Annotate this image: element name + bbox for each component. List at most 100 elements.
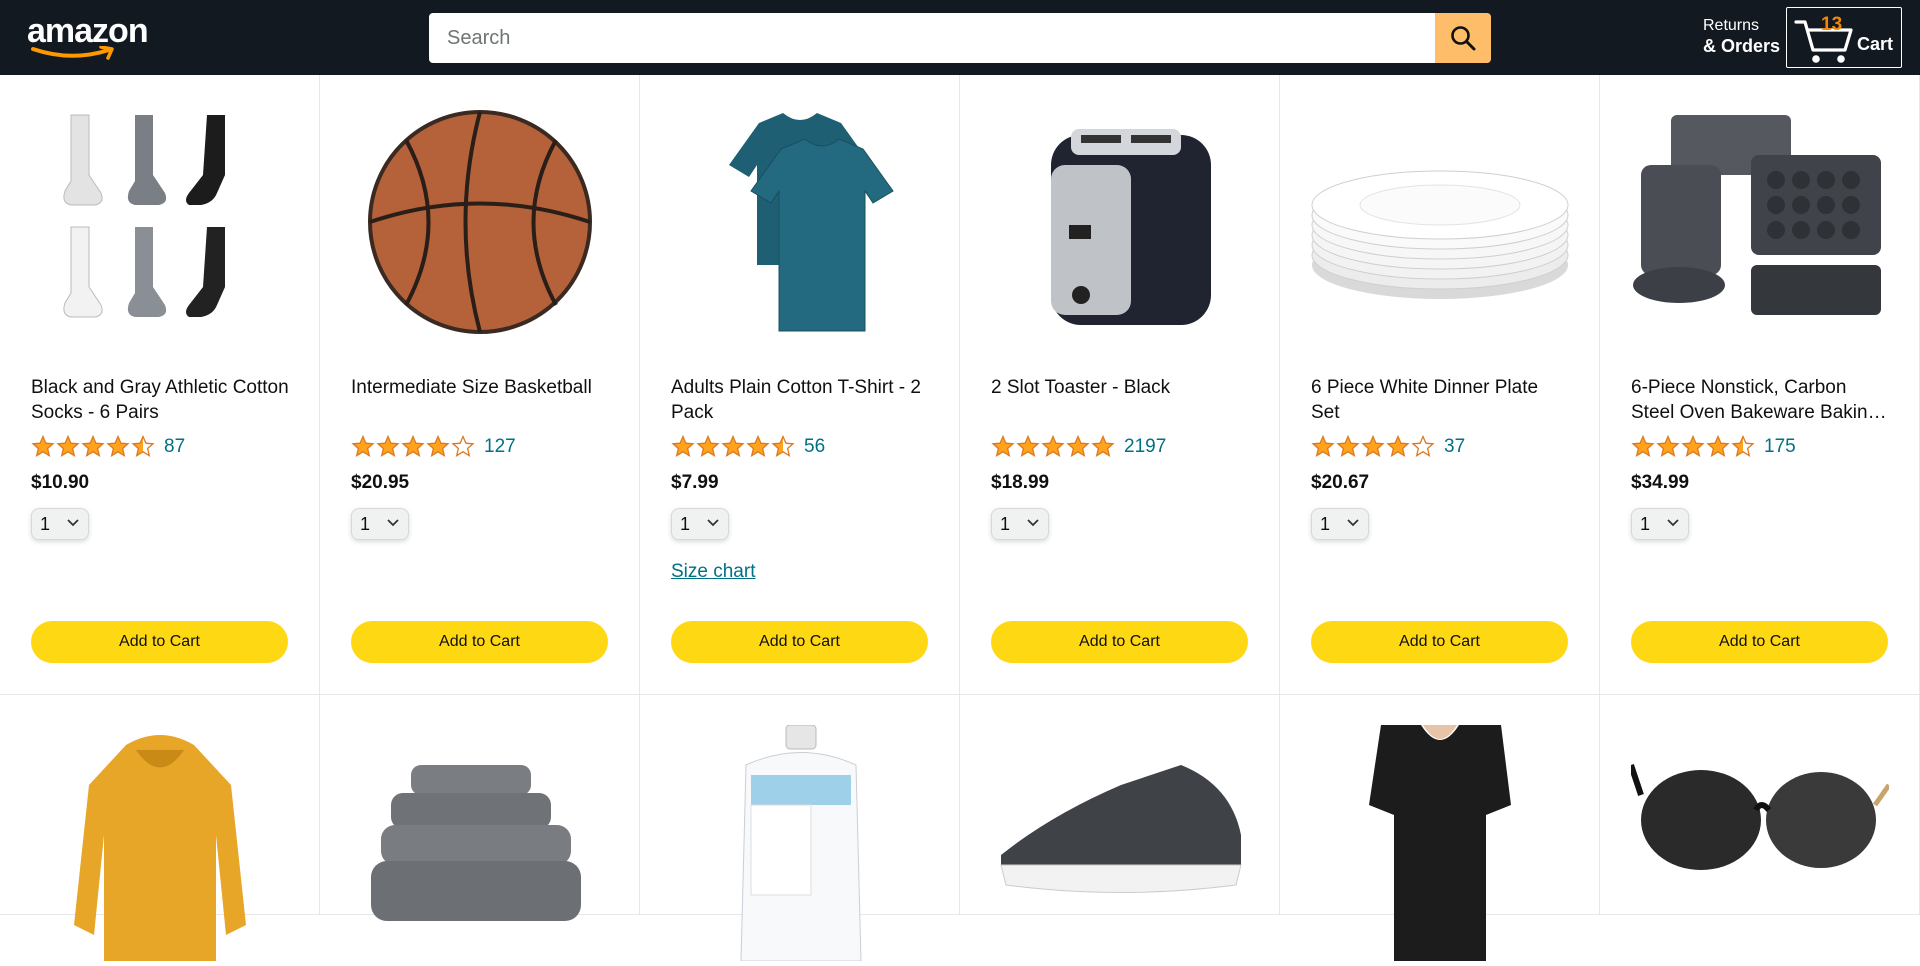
review-count[interactable]: 37 xyxy=(1444,436,1465,458)
basketball-image[interactable] xyxy=(351,105,609,341)
product-card xyxy=(960,695,1280,915)
product-price: $34.99 xyxy=(1631,472,1690,493)
star-empty-icon xyxy=(451,435,475,457)
search-input[interactable] xyxy=(429,13,1435,63)
size-chart-link[interactable]: Size chart xyxy=(671,561,755,583)
product-card: 2 Slot Toaster - Black 2197 $18.99 1 Add… xyxy=(960,75,1280,695)
toaster-image[interactable] xyxy=(991,105,1249,341)
product-card: Black and Gray Athletic Cotton Socks - 6… xyxy=(0,75,320,695)
review-count[interactable]: 175 xyxy=(1764,436,1796,458)
product-price: $18.99 xyxy=(991,472,1050,493)
chevron-down-icon xyxy=(67,519,79,527)
product-card xyxy=(320,695,640,921)
socks-image[interactable] xyxy=(31,105,289,341)
sunglasses-image[interactable] xyxy=(1628,725,1892,961)
amazon-logo[interactable]: amazon xyxy=(27,12,157,62)
add-to-cart-button[interactable]: Add to Cart xyxy=(351,621,608,663)
star-full-icon xyxy=(991,435,1015,457)
returns-label: Returns xyxy=(1703,17,1760,34)
add-to-cart-button[interactable]: Add to Cart xyxy=(991,621,1248,663)
product-title[interactable]: Intermediate Size Basketball xyxy=(351,375,611,400)
star-rating: 127 xyxy=(351,434,516,460)
star-full-icon xyxy=(1631,435,1655,457)
quantity-value: 1 xyxy=(1640,514,1651,534)
quantity-select[interactable]: 1 xyxy=(671,508,729,540)
star-rating: 175 xyxy=(1631,434,1796,460)
search-button[interactable] xyxy=(1435,13,1491,63)
product-price: $7.99 xyxy=(671,472,719,493)
cart-count: 13 xyxy=(1821,14,1843,35)
star-half-icon xyxy=(131,435,155,457)
chevron-down-icon xyxy=(1667,519,1679,527)
star-full-icon xyxy=(351,435,375,457)
star-full-icon xyxy=(106,435,130,457)
quantity-value: 1 xyxy=(680,514,691,534)
quantity-select[interactable]: 1 xyxy=(351,508,409,540)
add-to-cart-button[interactable]: Add to Cart xyxy=(1631,621,1888,663)
chevron-down-icon xyxy=(707,519,719,527)
star-full-icon xyxy=(746,435,770,457)
add-to-cart-button[interactable]: Add to Cart xyxy=(671,621,928,663)
cart-button[interactable]: 13 Cart xyxy=(1786,7,1902,68)
tshirt-image[interactable] xyxy=(671,105,929,341)
product-card: 6-Piece Nonstick, Carbon Steel Oven Bake… xyxy=(1600,75,1920,695)
star-rating: 87 xyxy=(31,434,185,460)
product-title[interactable]: 6-Piece Nonstick, Carbon Steel Oven Bake… xyxy=(1631,375,1891,425)
product-title[interactable]: 2 Slot Toaster - Black xyxy=(991,375,1251,400)
product-card: 6 Piece White Dinner Plate Set 37 $20.67… xyxy=(1280,75,1600,695)
review-count[interactable]: 56 xyxy=(804,436,825,458)
star-empty-icon xyxy=(1411,435,1435,457)
quantity-value: 1 xyxy=(360,514,371,534)
orders-label: & Orders xyxy=(1703,36,1781,56)
product-card xyxy=(1600,695,1920,915)
top-nav-bar: amazon Returns & Orders 13 Cart xyxy=(0,0,1920,75)
product-card xyxy=(0,695,320,961)
review-count[interactable]: 2197 xyxy=(1124,436,1166,458)
star-half-icon xyxy=(771,435,795,457)
product-price: $10.90 xyxy=(31,472,90,493)
smile-arrow-icon xyxy=(31,46,114,60)
quantity-value: 1 xyxy=(40,514,51,534)
star-full-icon xyxy=(426,435,450,457)
product-price: $20.95 xyxy=(351,472,410,493)
product-price: $20.67 xyxy=(1311,472,1370,493)
bakeware-image[interactable] xyxy=(1631,105,1889,341)
star-full-icon xyxy=(376,435,400,457)
add-to-cart-button[interactable]: Add to Cart xyxy=(1311,621,1568,663)
hoodie-image[interactable] xyxy=(31,725,289,961)
product-card: Adults Plain Cotton T-Shirt - 2 Pack 56 … xyxy=(640,75,960,695)
star-rating: 37 xyxy=(1311,434,1465,460)
product-title[interactable]: Black and Gray Athletic Cotton Socks - 6… xyxy=(31,375,291,425)
star-full-icon xyxy=(401,435,425,457)
product-card xyxy=(1280,695,1600,961)
star-full-icon xyxy=(81,435,105,457)
plates-image[interactable] xyxy=(1311,105,1569,341)
review-count[interactable]: 87 xyxy=(164,436,185,458)
star-full-icon xyxy=(696,435,720,457)
add-to-cart-button[interactable]: Add to Cart xyxy=(31,621,288,663)
dress-image[interactable] xyxy=(1311,725,1569,961)
product-title[interactable]: Adults Plain Cotton T-Shirt - 2 Pack xyxy=(671,375,931,425)
quantity-value: 1 xyxy=(1320,514,1331,534)
detergent-image[interactable] xyxy=(671,724,929,962)
review-count[interactable]: 127 xyxy=(484,436,516,458)
star-full-icon xyxy=(1386,435,1410,457)
sneaker-image[interactable] xyxy=(991,725,1249,961)
search-bar xyxy=(429,13,1491,63)
quantity-select[interactable]: 1 xyxy=(31,508,89,540)
chevron-down-icon xyxy=(387,519,399,527)
product-title[interactable]: 6 Piece White Dinner Plate Set xyxy=(1311,375,1571,425)
quantity-select[interactable]: 1 xyxy=(991,508,1049,540)
returns-orders-link[interactable]: Returns & Orders xyxy=(1703,15,1780,57)
product-card: Intermediate Size Basketball 127 $20.95 … xyxy=(320,75,640,695)
towels-image[interactable] xyxy=(351,725,609,961)
star-full-icon xyxy=(1706,435,1730,457)
search-icon xyxy=(1451,26,1476,51)
quantity-select[interactable]: 1 xyxy=(1311,508,1369,540)
product-card xyxy=(640,695,960,962)
star-full-icon xyxy=(1656,435,1680,457)
star-full-icon xyxy=(721,435,745,457)
quantity-select[interactable]: 1 xyxy=(1631,508,1689,540)
cart-label: Cart xyxy=(1857,34,1894,54)
star-full-icon xyxy=(1361,435,1385,457)
